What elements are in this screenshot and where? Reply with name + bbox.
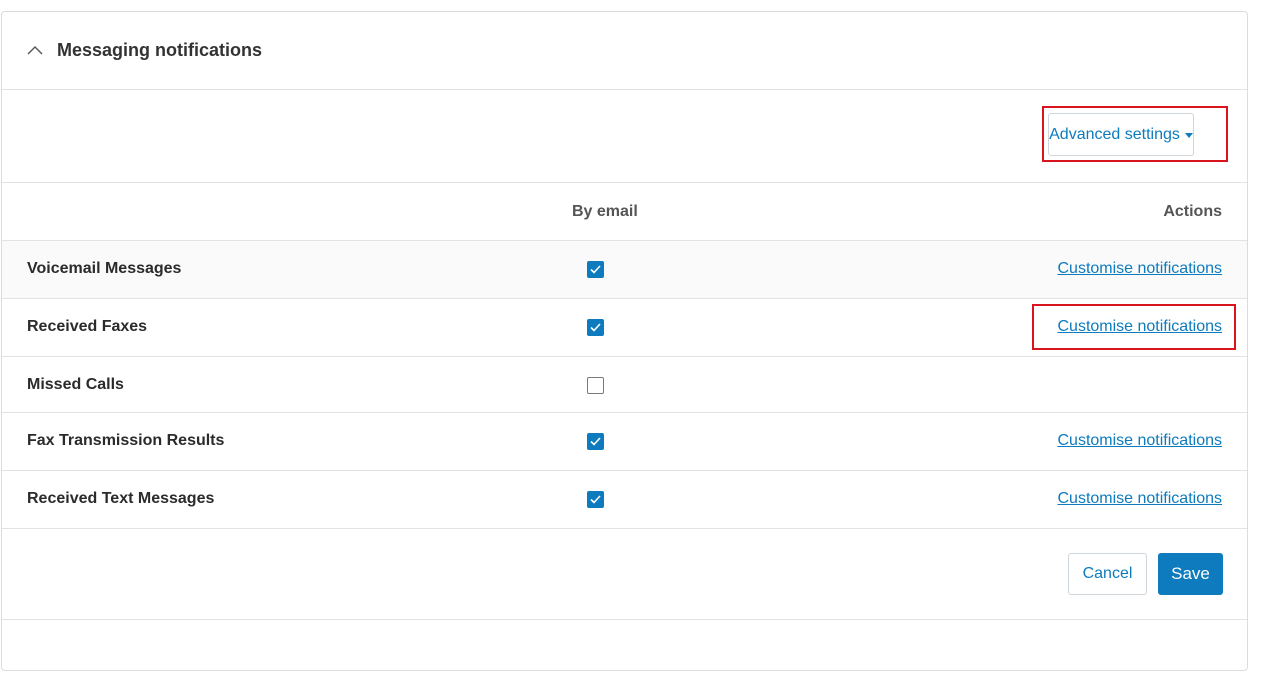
- row-label: Fax Transmission Results: [27, 432, 225, 449]
- section-title: Messaging notifications: [57, 40, 263, 60]
- section-header[interactable]: Messaging notifications: [2, 12, 1247, 90]
- table-row: Received Faxes Customise notifications: [2, 299, 1247, 357]
- table-row: Missed Calls: [2, 357, 1247, 413]
- customise-notifications-link[interactable]: Customise notifications: [1057, 260, 1222, 278]
- check-icon: [590, 323, 601, 332]
- check-icon: [590, 265, 601, 274]
- customise-notifications-link[interactable]: Customise notifications: [1057, 318, 1222, 336]
- advanced-settings-button[interactable]: Advanced settings: [1048, 113, 1194, 156]
- email-checkbox[interactable]: [587, 433, 604, 450]
- table-header: By email Actions: [2, 183, 1247, 241]
- column-header-by-email: By email: [572, 203, 638, 220]
- messaging-notifications-panel: Messaging notifications Advanced setting…: [1, 11, 1248, 671]
- table-row: Fax Transmission Results Customise notif…: [2, 413, 1247, 471]
- row-label: Missed Calls: [27, 376, 124, 393]
- check-icon: [590, 437, 601, 446]
- save-button[interactable]: Save: [1158, 553, 1223, 595]
- chevron-up-icon[interactable]: [26, 42, 44, 60]
- caret-down-icon: [1184, 133, 1193, 138]
- email-checkbox[interactable]: [587, 377, 604, 394]
- email-checkbox[interactable]: [587, 319, 604, 336]
- row-label: Received Text Messages: [27, 490, 215, 507]
- advanced-settings-label: Advanced settings: [1049, 125, 1180, 143]
- column-header-actions: Actions: [1163, 203, 1222, 220]
- form-footer: Cancel Save: [2, 529, 1247, 620]
- table-row: Received Text Messages Customise notific…: [2, 471, 1247, 529]
- check-icon: [590, 495, 601, 504]
- email-checkbox[interactable]: [587, 491, 604, 508]
- customise-notifications-link[interactable]: Customise notifications: [1057, 490, 1222, 508]
- toolbar: Advanced settings: [2, 90, 1247, 183]
- row-label: Received Faxes: [27, 318, 148, 335]
- cancel-button[interactable]: Cancel: [1068, 553, 1147, 595]
- customise-notifications-link[interactable]: Customise notifications: [1057, 432, 1222, 450]
- email-checkbox[interactable]: [587, 261, 604, 278]
- row-label: Voicemail Messages: [27, 260, 182, 277]
- table-row: Voicemail Messages Customise notificatio…: [2, 241, 1247, 299]
